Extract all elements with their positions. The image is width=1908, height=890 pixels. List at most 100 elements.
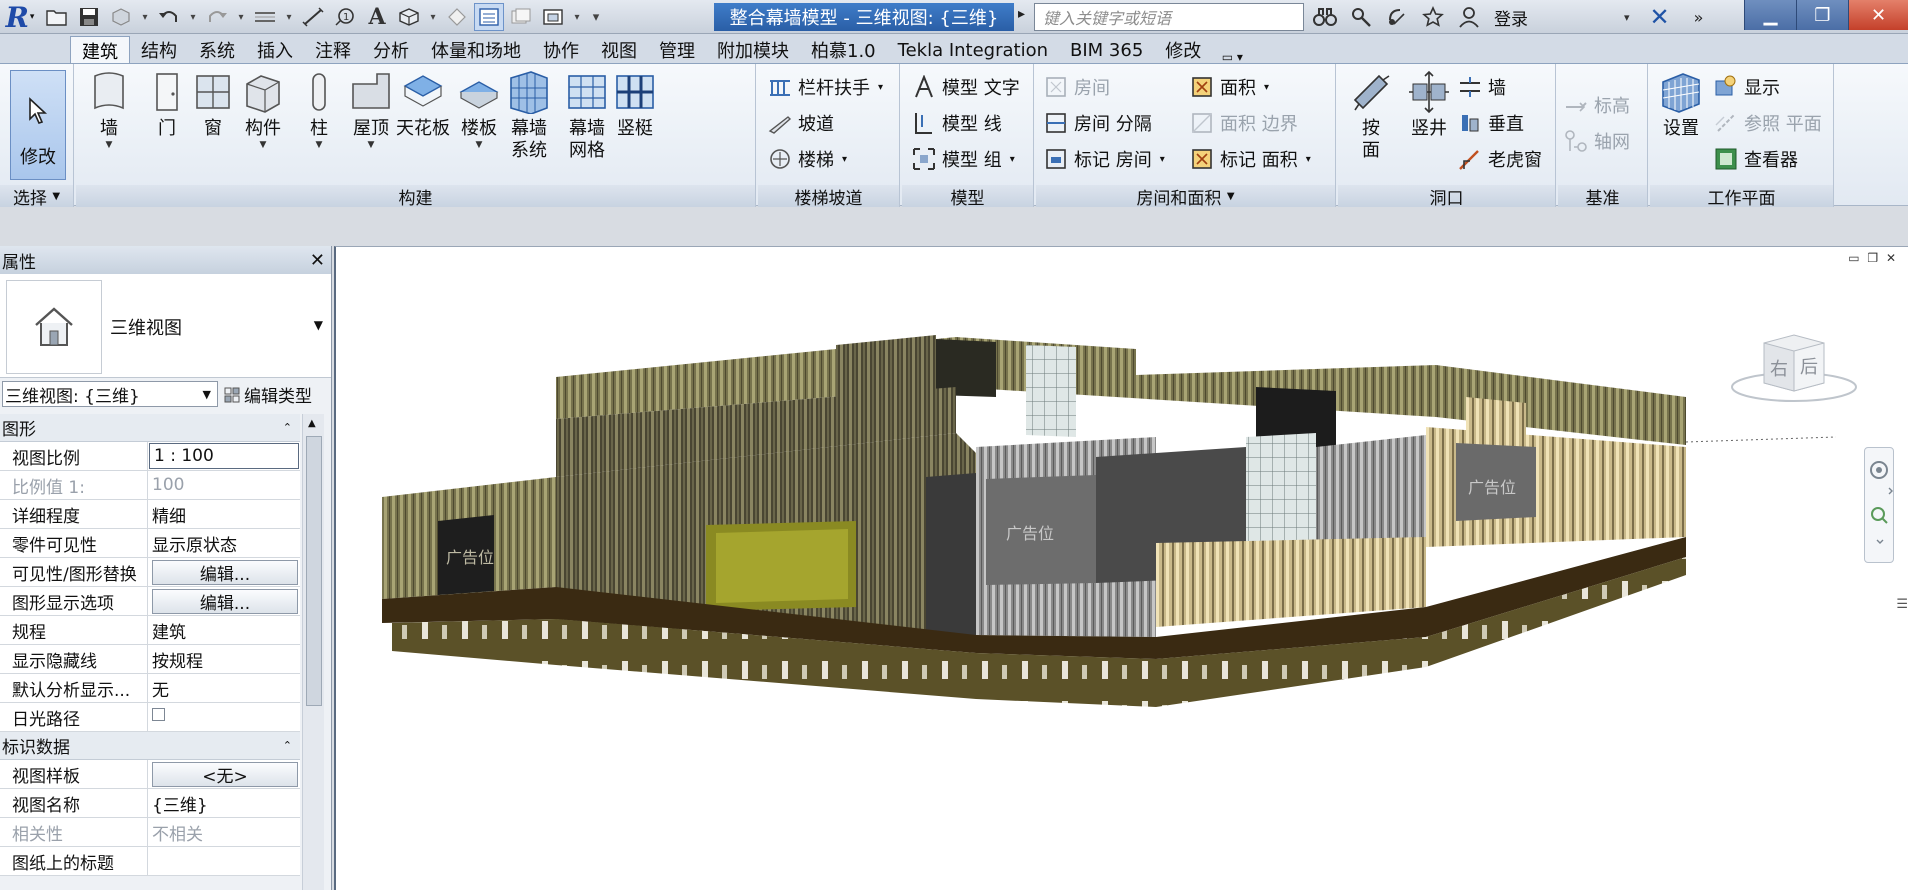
3d-viewport[interactable]: ▭ ❐ ✕ 广告位 广告位 广告位 右 后 ☰ <box>334 246 1908 890</box>
restore-icon[interactable]: ❐ <box>1796 0 1848 30</box>
viewport-side-scroll-icon[interactable]: ☰ <box>1896 597 1908 612</box>
switch-windows-icon[interactable] <box>538 3 568 31</box>
level-button[interactable]: 标高 <box>1564 90 1630 120</box>
area-button[interactable]: 面积 ▾ <box>1190 72 1269 102</box>
build-tool-8[interactable]: 幕墙 系统 <box>502 70 556 162</box>
type-selector[interactable]: 三维视图 ▼ <box>0 274 331 378</box>
property-edit-button[interactable]: <无> <box>152 761 298 787</box>
property-value-input[interactable]: 1 : 100 <box>149 443 299 469</box>
chevron-down-icon[interactable]: ▾ <box>186 3 200 31</box>
build-tool-10[interactable]: 竖梃 <box>608 70 662 140</box>
sun-path-checkbox[interactable] <box>152 707 165 721</box>
property-edit-button[interactable]: 编辑... <box>152 559 298 585</box>
steering-wheel-icon[interactable] <box>1870 461 1888 479</box>
tab-14[interactable]: 修改 <box>1154 36 1212 64</box>
chevron-down-icon[interactable]: ▾ <box>234 3 248 31</box>
property-value[interactable]: 显示原状态 <box>148 529 300 557</box>
3d-view-icon[interactable] <box>394 3 424 31</box>
build-tool-5[interactable]: 屋顶 ▼ <box>344 70 398 150</box>
search-input[interactable]: 键入关键字或短语 <box>1034 3 1304 31</box>
opening-by-face-button[interactable]: 按 面 <box>1344 70 1398 162</box>
sync-icon[interactable] <box>106 3 136 31</box>
property-value[interactable]: 无 <box>148 674 300 702</box>
modify-button[interactable]: 修改 <box>10 70 66 180</box>
tab-0[interactable]: 建筑 <box>70 36 130 64</box>
viewer-button[interactable]: 查看器 <box>1714 144 1798 174</box>
tab-1[interactable]: 结构 <box>130 36 188 64</box>
tab-4[interactable]: 注释 <box>304 36 362 64</box>
chevron-down-icon[interactable]: ▾ <box>570 3 584 31</box>
tab-3[interactable]: 插入 <box>246 36 304 64</box>
tab-9[interactable]: 管理 <box>648 36 706 64</box>
property-value[interactable] <box>148 847 300 875</box>
dormer-opening-button[interactable]: 老虎窗 <box>1458 144 1542 174</box>
build-tool-4[interactable]: 柱 ▼ <box>292 70 346 150</box>
chevron-down-icon[interactable]: ▾ <box>426 3 440 31</box>
binoculars-icon[interactable] <box>1310 3 1340 31</box>
minimize-icon[interactable]: ▁ <box>1744 0 1796 30</box>
tab-8[interactable]: 视图 <box>590 36 648 64</box>
close-hidden-windows-icon[interactable] <box>506 3 536 31</box>
build-tool-0[interactable]: 墙 ▼ <box>82 70 136 150</box>
property-value[interactable]: 精细 <box>148 500 300 528</box>
subscription-key-icon[interactable] <box>1346 3 1376 31</box>
exchange-apps-icon[interactable]: ✕ <box>1650 3 1670 31</box>
build-tool-7[interactable]: 楼板 ▼ <box>452 70 506 150</box>
instance-filter-dropdown[interactable]: 三维视图: {三维} ▼ <box>2 381 218 407</box>
redo-icon[interactable] <box>202 3 232 31</box>
edit-type-button[interactable]: 编辑类型 <box>224 382 312 407</box>
set-workplane-button[interactable]: 设置 <box>1654 70 1708 140</box>
ref-plane-button[interactable]: 参照 平面 <box>1714 108 1822 138</box>
zoom-icon[interactable] <box>1871 507 1888 524</box>
property-group[interactable]: 图形 ⌃ <box>0 414 300 442</box>
tag-icon[interactable]: 1 <box>330 3 360 31</box>
panel-title-room-area[interactable]: 房间和面积 ▼ <box>1036 185 1335 209</box>
measure-icon[interactable] <box>250 3 280 31</box>
room-separator-button[interactable]: 房间 分隔 <box>1044 108 1152 138</box>
stair-button[interactable]: 楼梯 ▾ <box>768 144 847 174</box>
application-menu-button[interactable]: R ▾ <box>0 0 40 34</box>
tab-11[interactable]: 柏慕1.0 <box>800 36 887 64</box>
property-value[interactable]: {三维} <box>148 789 300 817</box>
show-workplane-button[interactable]: 显示 <box>1714 72 1780 102</box>
close-icon[interactable]: ✕ <box>1848 0 1908 30</box>
build-tool-2[interactable]: 窗 <box>186 70 240 140</box>
building-model[interactable]: 广告位 广告位 广告位 <box>336 247 1906 887</box>
chevron-down-icon[interactable]: ▾ <box>1624 11 1630 24</box>
undo-icon[interactable] <box>154 3 184 31</box>
save-icon[interactable] <box>74 3 104 31</box>
tab-13[interactable]: BIM 365 <box>1059 36 1154 64</box>
tab-2[interactable]: 系统 <box>188 36 246 64</box>
model-group-button[interactable]: 模型 组 ▾ <box>912 144 1015 174</box>
property-edit-button[interactable]: 编辑... <box>152 588 298 614</box>
tag-room-button[interactable]: 标记 房间 ▾ <box>1044 144 1165 174</box>
shaft-button[interactable]: 竖井 <box>1402 70 1456 140</box>
communication-center-icon[interactable] <box>1382 3 1412 31</box>
vertical-opening-button[interactable]: 垂直 <box>1458 108 1524 138</box>
close-icon[interactable]: ✕ <box>310 250 325 271</box>
railing-button[interactable]: 栏杆扶手 ▾ <box>768 72 883 102</box>
ramp-button[interactable]: 坡道 <box>768 108 834 138</box>
customize-toolbar-icon[interactable]: ▾ <box>586 3 606 31</box>
build-tool-3[interactable]: 构件 ▼ <box>236 70 290 150</box>
property-value[interactable]: 建筑 <box>148 616 300 644</box>
open-icon[interactable] <box>42 3 72 31</box>
text-icon[interactable]: A <box>362 3 392 31</box>
section-icon[interactable] <box>442 3 472 31</box>
tab-5[interactable]: 分析 <box>362 36 420 64</box>
grid-button[interactable]: 轴网 <box>1564 126 1630 156</box>
user-icon[interactable] <box>1454 3 1484 31</box>
thin-lines-icon[interactable] <box>474 3 504 31</box>
chevron-down-icon[interactable]: ▾ <box>282 3 296 31</box>
build-tool-6[interactable]: 天花板 <box>396 70 450 140</box>
ribbon-minimize-icon[interactable]: ▭ ▾ <box>1212 50 1252 64</box>
double-chevron-right-icon[interactable]: » <box>1694 8 1704 27</box>
property-value[interactable]: 按规程 <box>148 645 300 673</box>
viewcube[interactable]: 右 后 <box>1724 331 1864 411</box>
room-button[interactable]: 房间 <box>1044 72 1110 102</box>
tab-7[interactable]: 协作 <box>532 36 590 64</box>
tab-10[interactable]: 附加模块 <box>706 36 800 64</box>
tag-area-button[interactable]: 标记 面积 ▾ <box>1190 144 1311 174</box>
tab-6[interactable]: 体量和场地 <box>420 36 532 64</box>
property-group[interactable]: 标识数据 ⌃ <box>0 732 300 760</box>
